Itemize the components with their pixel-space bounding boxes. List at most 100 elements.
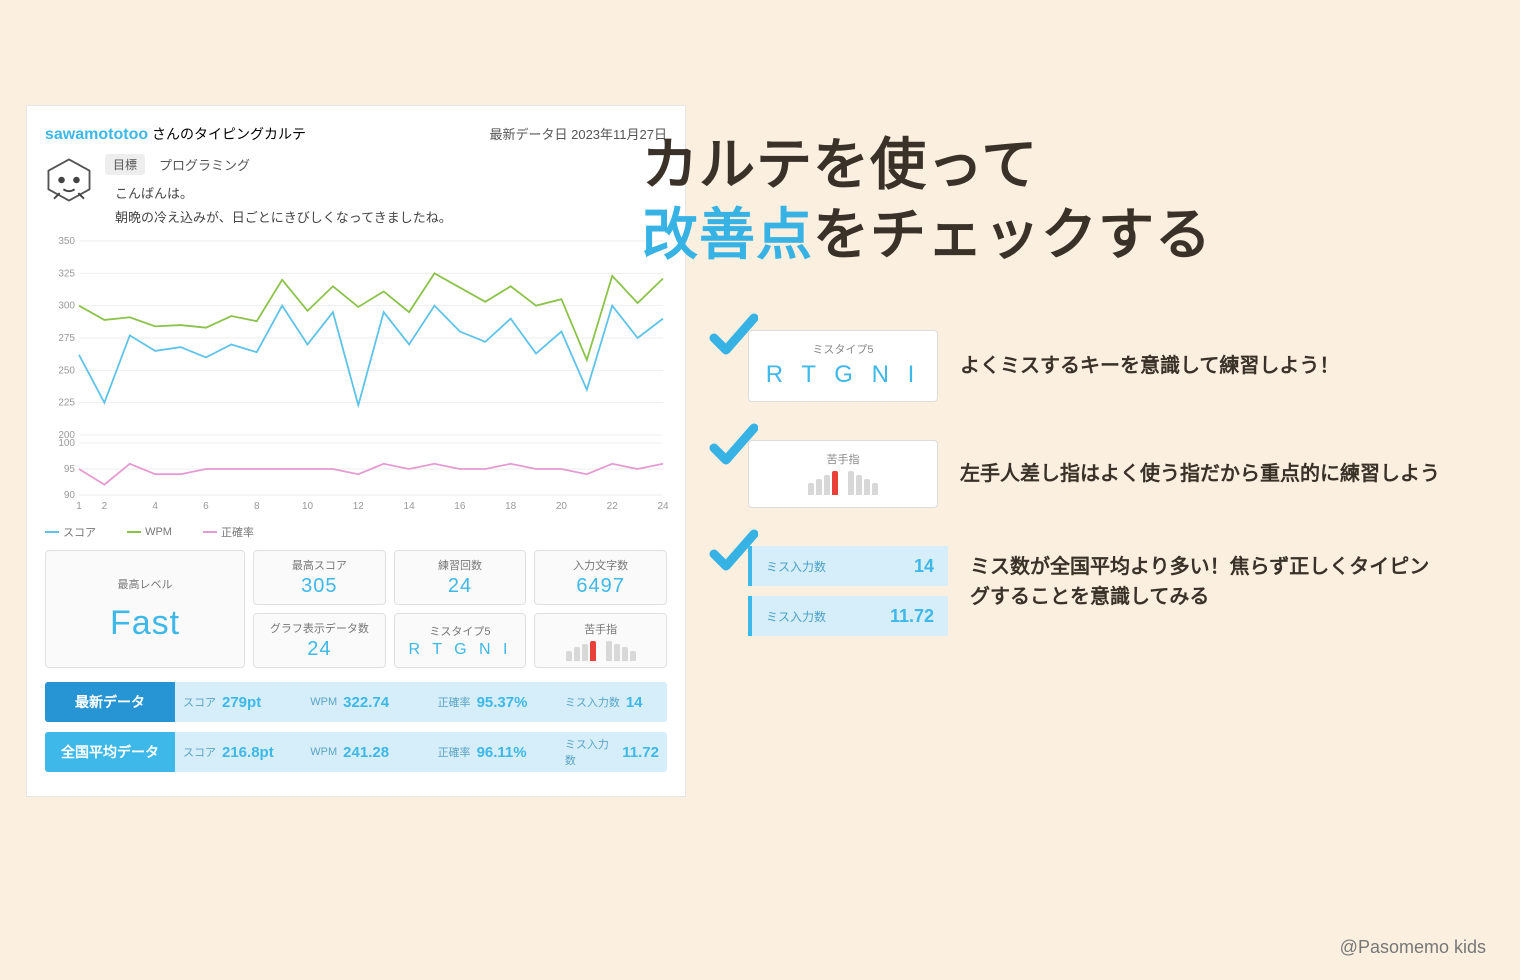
finger-bars-icon: [566, 639, 636, 661]
stat-label: ミスタイプ5: [429, 623, 490, 639]
svg-text:16: 16: [454, 501, 466, 512]
headline-line1: カルテを使って: [642, 133, 1038, 196]
svg-text:350: 350: [58, 236, 75, 247]
tip-text: よくミスするキーを意識して練習しよう！: [960, 351, 1339, 381]
svg-text:100: 100: [58, 438, 75, 449]
username: sawamototoo: [45, 126, 148, 143]
svg-text:6: 6: [203, 501, 209, 512]
goal-value: プログラミング: [159, 155, 250, 174]
typing-karte-card: sawamototoo さんのタイピングカルテ 最新データ日 2023年11月2…: [26, 105, 686, 797]
pill-label: ミス入力数: [766, 558, 826, 575]
footer-credit: @Pasomemo kids: [1340, 937, 1486, 958]
svg-text:14: 14: [404, 501, 416, 512]
national-avg-row: 全国平均データ スコア216.8pt WPM241.28 正確率96.11% ミ…: [45, 732, 667, 772]
svg-text:325: 325: [58, 269, 75, 280]
tip-pill-your-miss: ミス入力数 14: [748, 546, 948, 586]
cell-value: 241.28: [343, 744, 389, 761]
headline-highlight: 改善点: [642, 203, 813, 266]
stat-value: R T G N I: [409, 641, 512, 659]
cell-value: 11.72: [622, 744, 659, 761]
tip-text: 左手人差し指はよく使う指だから重点的に練習しよう: [960, 459, 1440, 489]
svg-text:24: 24: [657, 501, 669, 512]
tips-list: ミスタイプ5 R T G N I よくミスするキーを意識して練習しよう！ 苦手指…: [720, 330, 1480, 674]
stat-value: 24: [307, 638, 331, 661]
goal-row: 目標 プログラミング: [105, 154, 667, 175]
card-header: sawamototoo さんのタイピングカルテ 最新データ日 2023年11月2…: [45, 124, 667, 144]
card-title-suffix: さんのタイピングカルテ: [148, 126, 306, 142]
check-icon: [708, 422, 758, 472]
tip-miss-count: ミス入力数 14 ミス入力数 11.72 ミス数が全国平均より多い！焦らず正しく…: [720, 546, 1480, 636]
robot-avatar-icon: [41, 152, 97, 208]
tip-mistype: ミスタイプ5 R T G N I よくミスするキーを意識して練習しよう！: [720, 330, 1480, 402]
stat-max-level: 最高レベル Fast: [45, 550, 245, 668]
greeting-line-1: こんばんは。: [115, 183, 667, 205]
finger-bars-icon: [765, 473, 921, 495]
data-rows: 最新データ スコア 279pt WPM 322.74 正確率 95.37% ミス入力数…: [45, 682, 667, 772]
svg-text:90: 90: [64, 490, 76, 501]
svg-text:250: 250: [58, 366, 75, 377]
cell-label: 正確率: [438, 694, 471, 710]
latest-data-date: 最新データ日 2023年11月27日: [490, 124, 668, 143]
cell-value: 279pt: [222, 694, 261, 711]
cell-value: 96.11%: [477, 744, 527, 761]
stat-label: 最高スコア: [292, 557, 347, 573]
stat-grid: 最高レベル Fast 最高スコア 305 練習回数 24 入力文字数 6497 …: [45, 550, 667, 668]
cell-label: ミス入力数: [565, 736, 616, 768]
tip-card-value: R T G N I: [765, 361, 921, 389]
cell-label: スコア: [183, 694, 216, 710]
line-chart-svg: 2002252502753003253509095100124681012141…: [45, 235, 669, 515]
cell-label: WPM: [310, 696, 337, 708]
svg-text:225: 225: [58, 398, 75, 409]
svg-text:1: 1: [76, 501, 82, 512]
svg-text:95: 95: [64, 464, 76, 475]
stat-label: 最高レベル: [118, 576, 173, 592]
cell-label: WPM: [310, 746, 337, 758]
svg-text:8: 8: [254, 501, 260, 512]
tip-card-mistype: ミスタイプ5 R T G N I: [748, 330, 938, 402]
headline: カルテを使って 改善点をチェックする: [642, 130, 1212, 270]
headline-line2b: をチェックする: [813, 203, 1212, 266]
svg-text:10: 10: [302, 501, 314, 512]
goal-label: 目標: [105, 154, 145, 175]
legend-wpm: WPM: [145, 526, 172, 538]
cell-value: 95.37%: [477, 694, 528, 711]
cell-value: 322.74: [343, 694, 389, 711]
row-tag: 最新データ: [45, 682, 175, 722]
cell-value: 14: [626, 694, 643, 711]
svg-text:2: 2: [102, 501, 108, 512]
stat-graph-count: グラフ表示データ数 24: [253, 613, 386, 668]
latest-data-row: 最新データ スコア 279pt WPM 322.74 正確率 95.37% ミス入力数…: [45, 682, 667, 722]
svg-text:20: 20: [556, 501, 568, 512]
svg-text:300: 300: [58, 301, 75, 312]
stat-label: 苦手指: [584, 621, 617, 637]
stat-value: 6497: [576, 575, 625, 598]
pill-value: 11.72: [890, 606, 934, 627]
greeting-line-2: 朝晩の冷え込みが、日ごとにきびしくなってきましたね。: [115, 207, 667, 229]
svg-text:4: 4: [152, 501, 158, 512]
stat-label: 練習回数: [438, 557, 482, 573]
stat-weak-finger: 苦手指: [534, 613, 667, 668]
stat-mistype5: ミスタイプ5 R T G N I: [394, 613, 527, 668]
stat-max-score: 最高スコア 305: [253, 550, 386, 605]
cell-value: 216.8pt: [222, 744, 274, 761]
svg-text:22: 22: [607, 501, 619, 512]
row-tag: 全国平均データ: [45, 732, 175, 772]
pill-value: 14: [914, 556, 934, 577]
pill-label: ミス入力数: [766, 608, 826, 625]
legend-score: スコア: [63, 524, 96, 540]
stat-label: グラフ表示データ数: [270, 620, 369, 636]
cell-label: ミス入力数: [565, 694, 620, 710]
tip-card-label: ミスタイプ5: [765, 341, 921, 357]
legend-accuracy: 正確率: [221, 524, 254, 540]
stat-label: 入力文字数: [573, 557, 628, 573]
stat-value: 305: [301, 575, 337, 598]
check-icon: [708, 528, 758, 578]
svg-text:18: 18: [505, 501, 517, 512]
svg-text:12: 12: [353, 501, 365, 512]
cell-label: スコア: [183, 744, 216, 760]
tip-card-finger: 苦手指: [748, 440, 938, 508]
tip-text: ミス数が全国平均より多い！焦らず正しくタイピングすることを意識してみる: [970, 552, 1430, 612]
tip-weak-finger: 苦手指 左手人差し指はよく使う指だから重点的に練習しよう: [720, 440, 1480, 508]
stat-char-count: 入力文字数 6497: [534, 550, 667, 605]
stat-practice-count: 練習回数 24: [394, 550, 527, 605]
